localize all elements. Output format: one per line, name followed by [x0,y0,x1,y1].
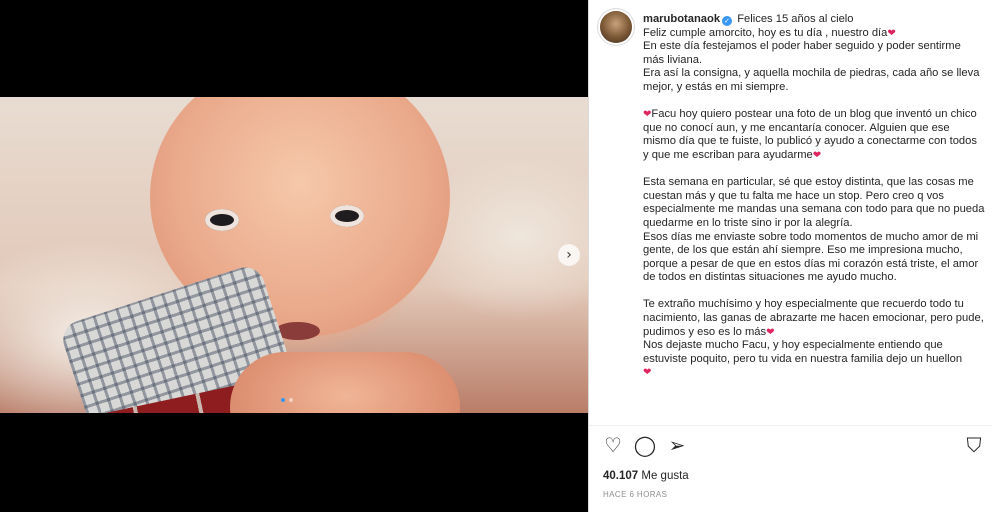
baby-hands [230,352,460,413]
heart-emoji-icon: ❤ [812,149,822,161]
post-side-panel: marubotanaok ✓ Felices 15 años al cielo F… [588,0,992,512]
post-timestamp[interactable]: HACE 6 HORAS [603,490,667,499]
chevron-right-icon: › [566,247,572,263]
baby-eye-right [330,205,364,227]
likes-label: Me gusta [641,470,689,482]
bookmark-icon[interactable]: ⛉ [962,433,986,457]
username-link[interactable]: marubotanaok [643,13,720,25]
next-slide-button[interactable]: › [558,244,580,266]
caption-line-4: Era así la consigna, y aquella mochila d… [643,67,980,93]
caption-line-7: Esos días me enviaste sobre todo momento… [643,230,979,284]
caption-line-2: Feliz cumple amorcito, hoy es tu día , n… [643,26,888,39]
action-bar: ♡ ◯ ➢ ⛉ [601,433,986,461]
share-icon[interactable]: ➢ [665,433,689,457]
divider [589,425,992,426]
caption-line-1: Felices 15 años al cielo [737,13,854,25]
comment-icon[interactable]: ◯ [633,433,657,457]
media-pane: › [0,0,588,512]
caption-line-5: Facu hoy quiero postear una foto de un b… [643,108,977,161]
baby-eye-left [205,209,239,231]
likes-number: 40.107 [603,470,639,482]
caption-line-8: Te extraño muchísimo y hoy especialmente… [643,298,984,338]
heart-emoji-icon: ❤ [887,27,896,39]
likes-count[interactable]: 40.107 Me gusta [603,470,689,482]
caption-line-9: Nos dejaste mucho Facu, y hoy especialme… [643,339,963,365]
heart-emoji-icon: ❤ [643,367,652,379]
caption-area: marubotanaok ✓ Felices 15 años al cielo F… [589,0,992,425]
caption-line-6: Esta semana en particular, sé que estoy … [643,176,985,229]
carousel-dot-1 [281,398,285,402]
carousel-dots [281,398,293,402]
carousel-dot-2 [289,398,293,402]
caption: marubotanaok ✓ Felices 15 años al cielo F… [643,13,985,380]
verified-badge-icon: ✓ [722,16,733,26]
avatar[interactable] [600,11,632,43]
heart-icon[interactable]: ♡ [601,433,625,457]
post-photo[interactable] [0,97,588,413]
caption-line-3: En este día festejamos el poder haber se… [643,40,961,66]
heart-emoji-icon: ❤ [766,326,775,338]
